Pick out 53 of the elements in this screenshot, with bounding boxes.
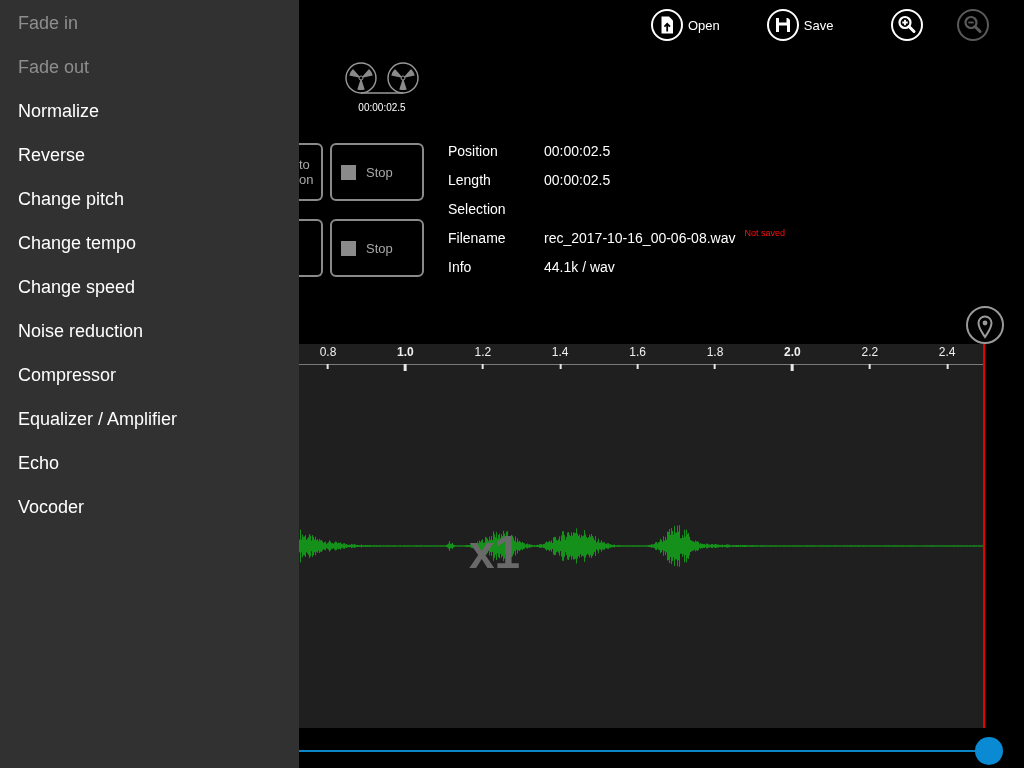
menu-item[interactable]: Vocoder [0, 485, 299, 529]
ruler-tick [636, 364, 639, 369]
ruler-tick [946, 364, 949, 369]
ruler-label: 2.2 [861, 345, 879, 359]
stop-icon [341, 164, 356, 180]
info-value: 00:00:02.5 [544, 171, 611, 188]
menu-item[interactable]: Change speed [0, 265, 299, 309]
info-label: Length [448, 171, 492, 188]
ruler-label: 1.2 [474, 345, 492, 359]
ruler-tick [327, 364, 329, 369]
info-label: Position [448, 142, 499, 159]
ruler-tick [559, 364, 562, 369]
info-label: Selection [448, 200, 507, 217]
cut-off-button[interactable]: to on [299, 143, 323, 201]
ruler-tick [403, 364, 407, 371]
menu-item[interactable]: Compressor [0, 353, 299, 397]
stop-button[interactable]: Stop [330, 143, 424, 201]
info-value: rec_2017-10-16_00-06-08.wav [544, 229, 736, 246]
ruler-label: 1.8 [706, 345, 724, 359]
info-label: Info [448, 258, 473, 275]
menu-item[interactable]: Noise reduction [0, 309, 299, 353]
menu-item[interactable]: Normalize [0, 89, 299, 133]
ruler-tick [481, 364, 484, 369]
ruler-tick [790, 364, 794, 371]
ruler-label: 1.6 [629, 345, 646, 359]
menu-item[interactable]: Equalizer / Amplifier [0, 397, 299, 441]
ruler-label: 1.4 [551, 345, 569, 359]
floppy-disk-icon [766, 9, 799, 41]
menu-item[interactable]: Change pitch [0, 177, 299, 221]
save-button[interactable]: Save [766, 9, 834, 41]
ruler-label: 1.0 [397, 345, 414, 359]
unsaved-note: Not saved [744, 228, 785, 238]
cut-off-button[interactable] [299, 219, 323, 277]
stop-icon [341, 240, 356, 256]
info-label: Filename [448, 229, 507, 246]
info-value: 44.1k / wav [544, 258, 615, 275]
elapsed-time: 00:00:02.5 [358, 102, 406, 114]
ruler-label: 2.0 [784, 345, 801, 359]
zoom-in-icon[interactable] [891, 9, 924, 41]
info-value: 00:00:02.5 [544, 142, 611, 159]
file-upload-icon [651, 9, 683, 41]
menu-item[interactable]: Change tempo [0, 221, 299, 265]
menu-item[interactable]: Reverse [0, 133, 299, 177]
ruler-label: 2.4 [938, 345, 956, 359]
ruler-tick [714, 364, 716, 369]
ruler-tick [868, 364, 871, 369]
open-button[interactable]: Open [651, 9, 720, 41]
tape-reels-icon [345, 62, 419, 94]
slider-thumb[interactable] [975, 737, 1003, 765]
menu-item[interactable]: Echo [0, 441, 299, 485]
ruler-label: 0.8 [319, 345, 337, 359]
map-pin-icon[interactable] [966, 306, 1004, 344]
stop-button[interactable]: Stop [330, 219, 424, 277]
